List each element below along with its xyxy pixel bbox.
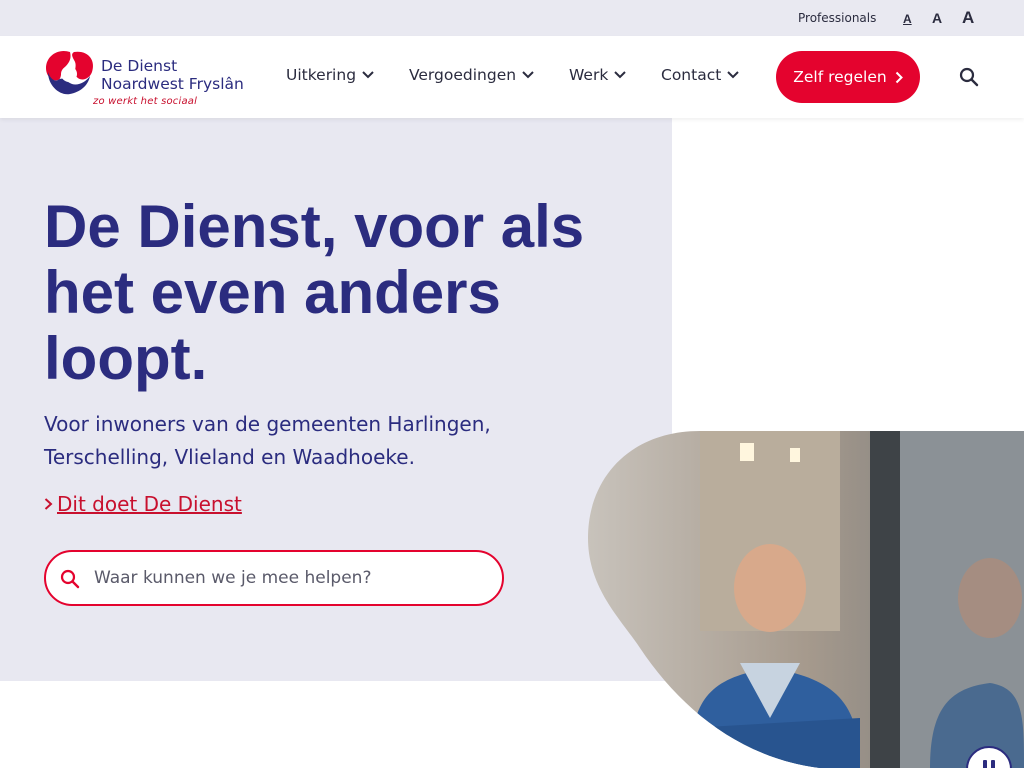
chevron-down-icon — [727, 71, 740, 79]
hero-link-label: Dit doet De Dienst — [57, 492, 242, 516]
nav-item-label: Contact — [661, 66, 722, 84]
hero-search-input[interactable] — [94, 560, 484, 596]
chevron-down-icon — [522, 71, 534, 79]
logo-line1: De Dienst — [101, 57, 178, 75]
logo-line2: Noardwest Fryslân — [101, 75, 244, 93]
nav-item-uitkering[interactable]: Uitkering — [286, 66, 374, 84]
hero-search-box — [44, 550, 504, 606]
cta-label: Zelf regelen — [793, 68, 887, 86]
hero-subtitle: Voor inwoners van de gemeenten Harlingen… — [44, 412, 491, 469]
font-size-large-button[interactable]: A — [962, 9, 974, 26]
search-icon — [959, 67, 979, 87]
logo-mark-icon — [46, 50, 94, 95]
professionals-link[interactable]: Professionals — [798, 11, 876, 25]
site-header: De Dienst Noardwest Fryslân zo werkt het… — [0, 36, 1024, 118]
nav-item-label: Uitkering — [286, 66, 357, 84]
header-search-button[interactable] — [958, 67, 980, 89]
pause-icon — [991, 760, 995, 768]
pause-icon — [983, 760, 987, 768]
nav-item-label: Vergoedingen — [409, 66, 517, 84]
site-logo[interactable]: De Dienst Noardwest Fryslân zo werkt het… — [44, 46, 254, 110]
chevron-down-icon — [614, 71, 627, 79]
search-icon — [60, 569, 80, 589]
logo-tagline: zo werkt het sociaal — [93, 96, 198, 107]
nav-item-contact[interactable]: Contact — [661, 66, 740, 84]
chevron-right-icon — [895, 71, 903, 83]
hero-title: De Dienst, voor als het even anders loop… — [44, 193, 585, 392]
dit-doet-de-dienst-link[interactable]: Dit doet De Dienst — [44, 492, 242, 516]
nav-item-label: Werk — [569, 66, 609, 84]
utility-bar: Professionals A A A — [0, 0, 1024, 36]
chevron-right-icon — [44, 498, 53, 510]
font-size-small-button[interactable]: A — [903, 13, 912, 25]
nav-item-vergoedingen[interactable]: Vergoedingen — [409, 66, 534, 84]
font-size-medium-button[interactable]: A — [932, 11, 942, 25]
nav-item-werk[interactable]: Werk — [569, 66, 627, 84]
chevron-down-icon — [362, 71, 374, 79]
zelf-regelen-button[interactable]: Zelf regelen — [776, 51, 920, 103]
